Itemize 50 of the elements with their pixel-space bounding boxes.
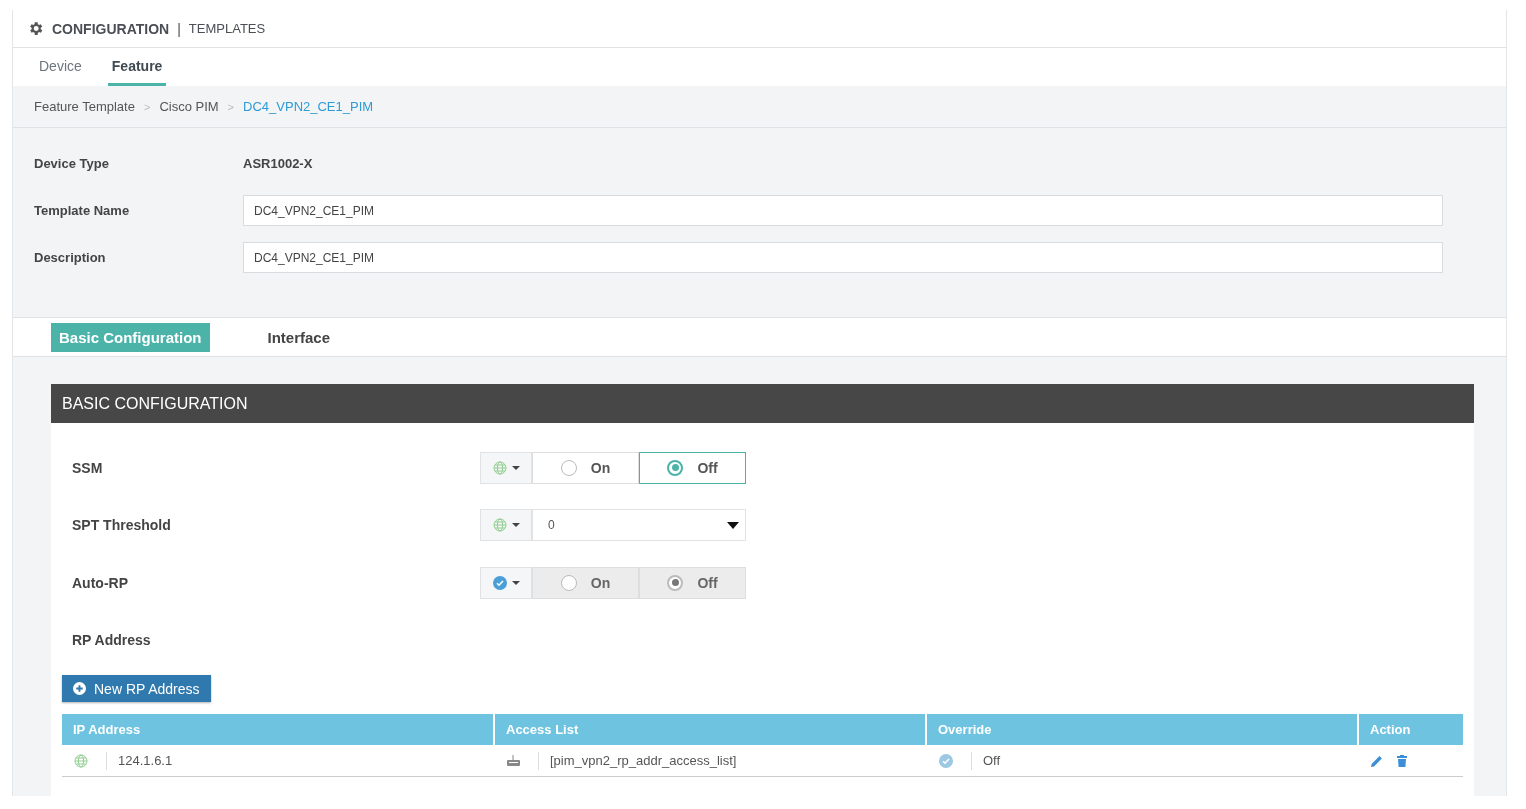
caret-icon	[511, 465, 520, 470]
scope-dropdown[interactable]	[480, 509, 532, 542]
panel-header: BASIC CONFIGURATION	[51, 384, 1474, 423]
pencil-icon	[1371, 754, 1383, 767]
setting-label: RP Address	[72, 632, 152, 649]
check-circle-icon	[492, 575, 507, 590]
column-header: Action	[1369, 721, 1412, 739]
field-value: ASR1002-X	[243, 156, 314, 171]
breadcrumb-separator: >	[143, 100, 151, 113]
caret-icon	[511, 523, 520, 528]
breadcrumb-item[interactable]: Feature Template	[34, 99, 135, 114]
input-field[interactable]: DC4_VPN2_CE1_PIM	[243, 195, 1443, 226]
plus-circle-icon	[73, 682, 86, 695]
input-field[interactable]: DC4_VPN2_CE1_PIM	[243, 242, 1443, 273]
check-circle-icon	[939, 753, 953, 768]
radio-option[interactable]: Off	[639, 451, 746, 484]
breadcrumb-item[interactable]: Cisco PIM	[159, 99, 219, 114]
page-subtitle: TEMPLATES	[188, 21, 266, 36]
field-label: Template Name	[34, 203, 131, 218]
field-label: Description	[34, 250, 107, 265]
settings-icon	[27, 20, 44, 37]
setting-label: SPT Threshold	[72, 517, 172, 534]
breadcrumb-separator: >	[227, 100, 235, 113]
dropdown-arrow-icon	[727, 521, 739, 529]
new-rp-address-button[interactable]: New RP Address	[62, 675, 211, 702]
table-cell: Off	[983, 753, 1001, 768]
column-header: Override	[927, 714, 1359, 745]
column-header: Access List	[495, 714, 927, 745]
router-icon	[507, 755, 520, 766]
breadcrumb-item: DC4_VPN2_CE1_PIM	[243, 99, 374, 114]
caret-icon	[511, 580, 520, 585]
edit-button[interactable]	[1371, 754, 1383, 767]
setting-label: Auto-RP	[72, 574, 129, 591]
delete-button[interactable]	[1397, 754, 1407, 767]
trash-icon	[1397, 754, 1407, 767]
setting-label: SSM	[72, 459, 104, 476]
radio-option[interactable]: On	[532, 451, 639, 484]
tab[interactable]: Device	[35, 48, 86, 86]
globe-icon	[74, 753, 88, 768]
select-field[interactable]: 0	[532, 509, 746, 542]
globe-icon	[492, 518, 507, 533]
scope-dropdown[interactable]	[480, 451, 532, 484]
field-label: Device Type	[34, 156, 110, 171]
page-title: CONFIGURATION	[52, 20, 170, 37]
globe-icon	[492, 460, 507, 475]
table-cell: 124.1.6.1	[118, 753, 173, 768]
table-cell: [pim_vpn2_rp_addr_access_list]	[550, 753, 737, 768]
title-separator: |	[177, 20, 181, 37]
section-tab[interactable]: Interface	[259, 322, 339, 352]
column-header: IP Address	[62, 714, 495, 745]
